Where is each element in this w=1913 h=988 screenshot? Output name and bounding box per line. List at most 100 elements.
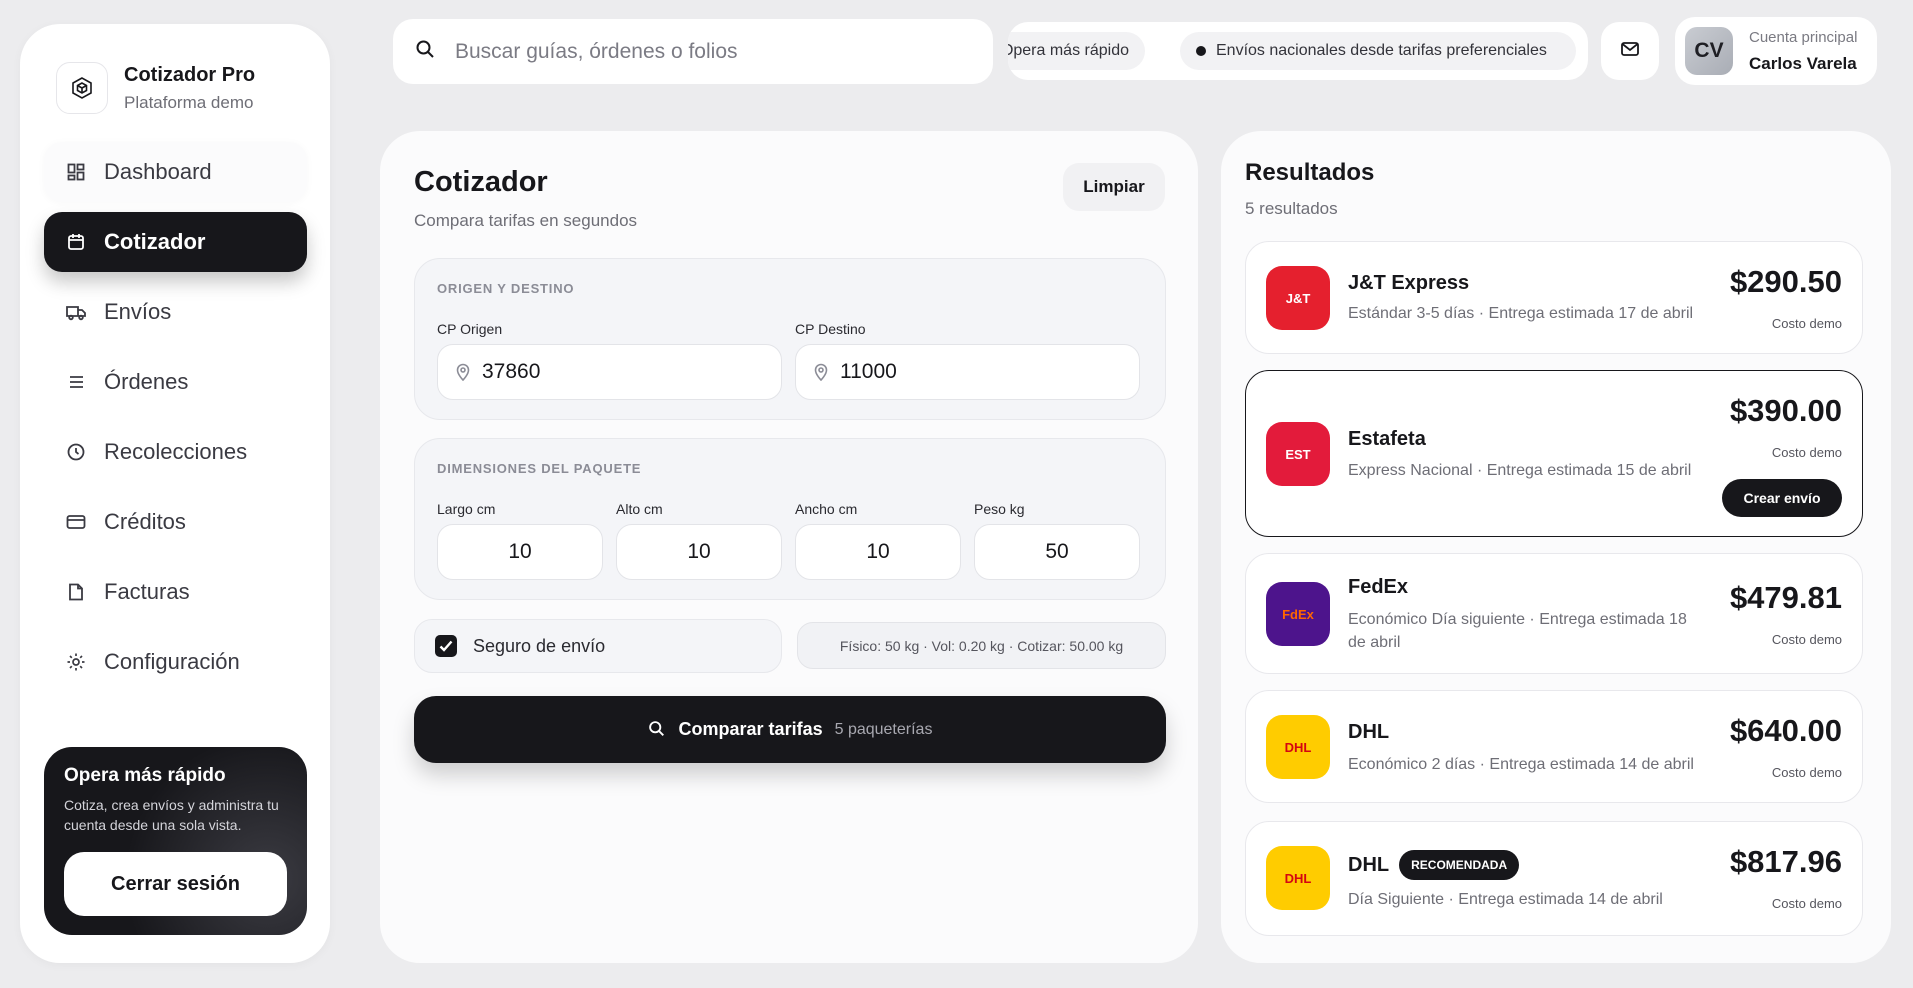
- result-card-dhl-recommended[interactable]: DHL DHL RECOMENDADA Día Siguiente · Entre…: [1245, 821, 1863, 936]
- brand: Cotizador Pro Plataforma demo: [56, 62, 255, 114]
- group-title: ORIGEN Y DESTINO: [437, 281, 575, 296]
- weight-summary: Físico: 50 kg · Vol: 0.20 kg · Cotizar: …: [797, 622, 1166, 669]
- quote-panel: Cotizador Compara tarifas en segundos Li…: [380, 131, 1198, 963]
- page-subtitle: Compara tarifas en segundos: [414, 211, 638, 230]
- sidebar-item-label: Órdenes: [104, 369, 189, 394]
- search-input[interactable]: [455, 39, 975, 64]
- price-note: Costo demo: [1771, 445, 1842, 460]
- price-note: Costo demo: [1771, 316, 1842, 331]
- length-input[interactable]: [438, 540, 602, 564]
- sidebar-item-label: Facturas: [104, 579, 190, 604]
- destination-zip-input[interactable]: [840, 360, 1139, 384]
- gear-icon: [66, 652, 86, 672]
- sidebar-item-creditos[interactable]: Créditos: [44, 492, 307, 552]
- insurance-label: Seguro de envío: [473, 635, 606, 656]
- calendar-icon: [66, 232, 86, 252]
- sidebar-item-label: Cotizador: [104, 229, 206, 254]
- carrier-logo: EST: [1266, 422, 1330, 486]
- carrier-description: Económico Día siguiente · Entrega estima…: [1348, 611, 1687, 651]
- price-note: Costo demo: [1771, 896, 1842, 911]
- sidebar-item-label: Recolecciones: [104, 439, 248, 464]
- sidebar-item-ordenes[interactable]: Órdenes: [44, 352, 307, 412]
- price: $640.00: [1729, 713, 1842, 748]
- sidebar-nav: Dashboard Cotizador Envíos Órdenes Recol…: [44, 142, 307, 702]
- height-field: [616, 524, 782, 580]
- sidebar-item-configuracion[interactable]: Configuración: [44, 632, 307, 692]
- destination-field: [795, 344, 1140, 400]
- length-label: Largo cm: [437, 501, 496, 517]
- compare-rates-button[interactable]: Comparar tarifas 5 paqueterías: [414, 696, 1166, 763]
- origin-destination-group: ORIGEN Y DESTINO CP Origen CP Destino: [414, 258, 1166, 420]
- sidebar: Cotizador Pro Plataforma demo Dashboard …: [20, 24, 330, 963]
- length-field: [437, 524, 603, 580]
- result-card-dhl[interactable]: DHL DHL Económico 2 días · Entrega estim…: [1245, 690, 1863, 803]
- carrier-name: FedEx: [1348, 576, 1409, 598]
- carrier-name: DHL: [1348, 721, 1390, 743]
- carrier-logo: DHL: [1266, 846, 1330, 910]
- carrier-description: Económico 2 días · Entrega estimada 14 d…: [1348, 756, 1694, 773]
- weight-input[interactable]: [975, 540, 1139, 564]
- ticker-pill: Opera más rápido: [1008, 32, 1145, 70]
- weight-label: Peso kg: [974, 501, 1025, 517]
- origin-label: CP Origen: [437, 321, 503, 337]
- promo-card: Opera más rápido Cotiza, crea envíos y a…: [44, 747, 307, 935]
- search-icon: [415, 39, 435, 64]
- insurance-checkbox[interactable]: [435, 635, 457, 657]
- clock-icon: [66, 442, 86, 462]
- price: $479.81: [1729, 580, 1842, 615]
- width-label: Ancho cm: [795, 501, 858, 517]
- promo-text: Cotiza, crea envíos y administra tu cuen…: [64, 797, 279, 833]
- sidebar-item-recolecciones[interactable]: Recolecciones: [44, 422, 307, 482]
- origin-zip-input[interactable]: [482, 360, 781, 384]
- sidebar-item-envios[interactable]: Envíos: [44, 282, 307, 342]
- insurance-toggle[interactable]: Seguro de envío: [414, 619, 782, 673]
- carrier-logo: J&T: [1266, 266, 1330, 330]
- truck-icon: [66, 302, 86, 322]
- compare-count: 5 paqueterías: [834, 720, 933, 738]
- carrier-description: Estándar 3-5 días · Entrega estimada 17 …: [1348, 305, 1694, 322]
- sidebar-item-facturas[interactable]: Facturas: [44, 562, 307, 622]
- grid-icon: [66, 162, 86, 182]
- weight-field: [974, 524, 1140, 580]
- promo-title: Opera más rápido: [64, 765, 226, 786]
- result-card-jt-express[interactable]: J&T J&T Express Estándar 3-5 días · Entr…: [1245, 241, 1863, 354]
- card-icon: [66, 512, 86, 532]
- account-label: Cuenta principal: [1749, 28, 1858, 46]
- mail-button[interactable]: [1601, 22, 1659, 80]
- carrier-name: DHL RECOMENDADA: [1348, 850, 1520, 880]
- ticker-text: Opera más rápido: [1008, 42, 1129, 59]
- clear-button[interactable]: Limpiar: [1063, 163, 1165, 211]
- price: $817.96: [1729, 844, 1842, 879]
- height-label: Alto cm: [616, 501, 663, 517]
- brand-name: Cotizador Pro: [124, 63, 256, 86]
- carrier-description: Express Nacional · Entrega estimada 15 d…: [1348, 462, 1692, 479]
- list-icon: [66, 372, 86, 392]
- carrier-logo: DHL: [1266, 715, 1330, 779]
- search-icon: [648, 720, 665, 740]
- account-menu[interactable]: CV Cuenta principal Carlos Varela: [1675, 17, 1877, 85]
- ticker-text: Envíos nacionales desde tarifas preferen…: [1216, 42, 1547, 59]
- brand-subtitle: Plataforma demo: [124, 92, 254, 112]
- sidebar-item-label: Créditos: [104, 509, 186, 534]
- search-bar: [393, 19, 993, 84]
- result-card-estafeta[interactable]: EST Estafeta Express Nacional · Entrega …: [1245, 370, 1863, 537]
- sidebar-item-label: Configuración: [104, 649, 240, 674]
- width-input[interactable]: [796, 540, 960, 564]
- height-input[interactable]: [617, 540, 781, 564]
- price-note: Costo demo: [1771, 632, 1842, 647]
- result-card-fedex[interactable]: FdEx FedEx Económico Día siguiente · Ent…: [1245, 553, 1863, 674]
- results-panel: Resultados 5 resultados J&T J&T Express …: [1221, 131, 1891, 963]
- create-shipment-button[interactable]: Crear envío: [1722, 479, 1842, 517]
- document-icon: [66, 582, 86, 602]
- origin-field: [437, 344, 782, 400]
- sidebar-item-cotizador[interactable]: Cotizador: [44, 212, 307, 272]
- price: $290.50: [1729, 264, 1842, 299]
- recommended-badge: RECOMENDADA: [1399, 850, 1520, 880]
- logout-button[interactable]: Cerrar sesión: [64, 852, 287, 916]
- results-count: 5 resultados: [1245, 199, 1338, 218]
- sidebar-item-dashboard[interactable]: Dashboard: [44, 142, 307, 202]
- cube-icon: [56, 62, 108, 114]
- sidebar-item-label: Envíos: [104, 299, 172, 324]
- location-pin-icon: [814, 363, 828, 381]
- carrier-name: Estafeta: [1348, 428, 1426, 450]
